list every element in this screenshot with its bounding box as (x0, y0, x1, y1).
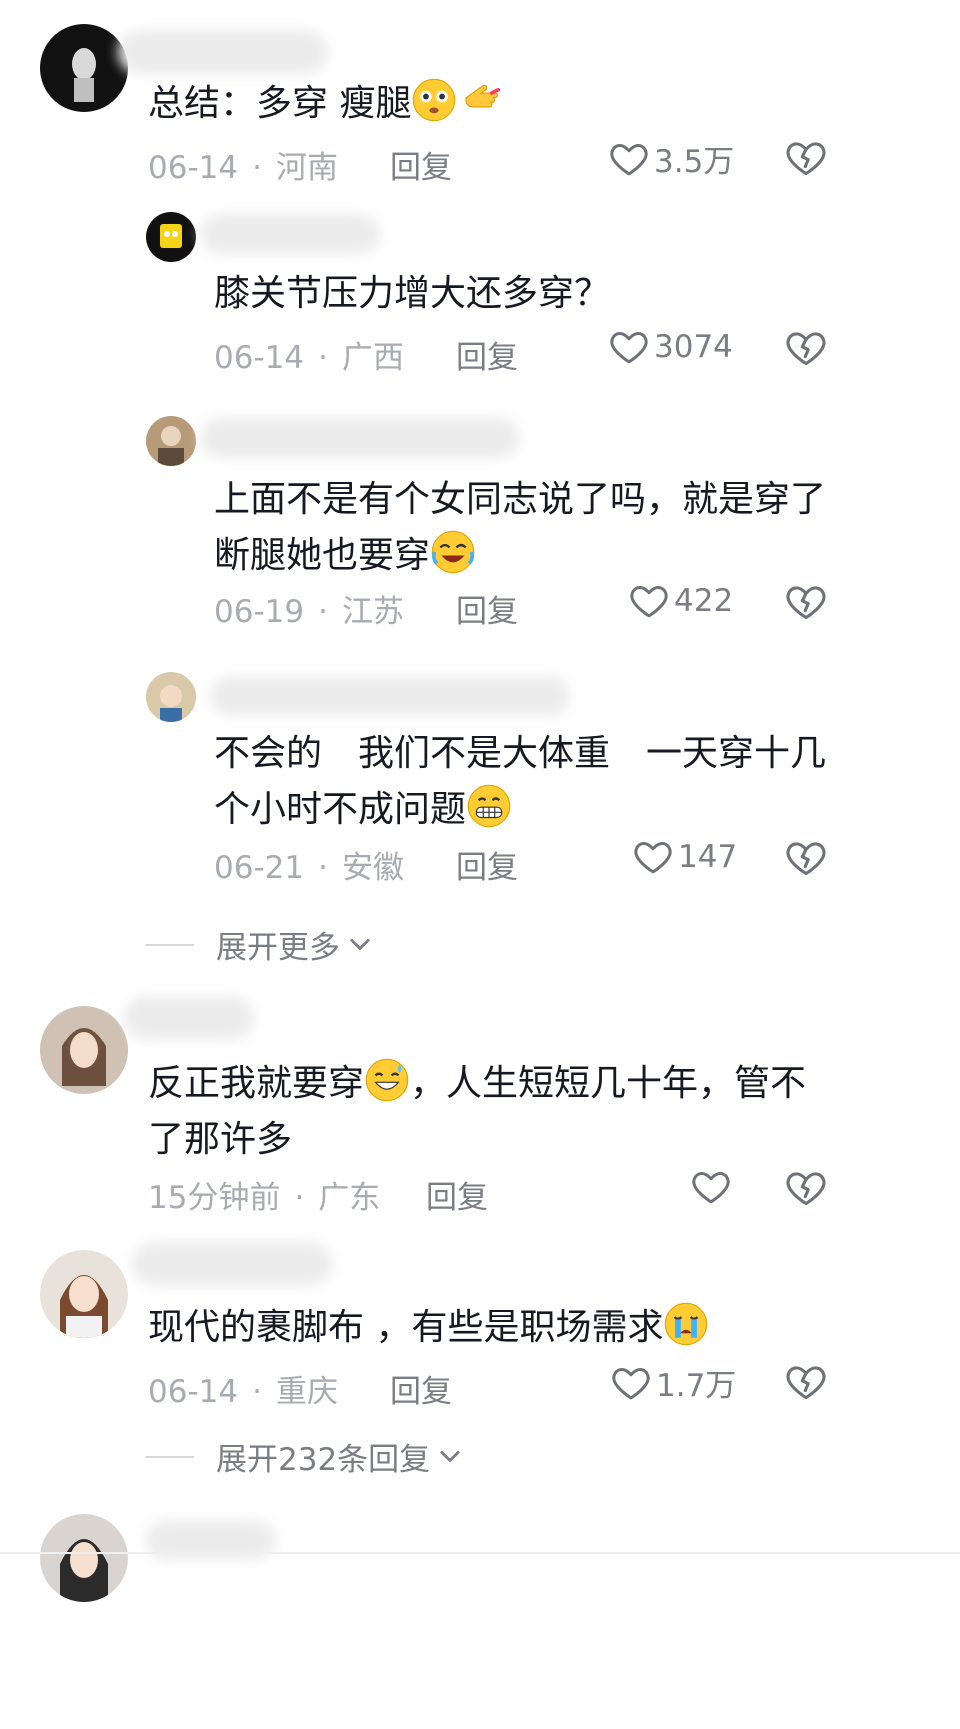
expand-label: 展开232条回复 (216, 1442, 431, 1478)
bottom-divider (0, 1552, 960, 1554)
like-button[interactable]: 1.7万 (610, 1360, 736, 1405)
avatar[interactable] (40, 1250, 128, 1338)
heart-icon (610, 1362, 652, 1404)
reply-button[interactable]: 回复 (390, 1366, 452, 1411)
comment-meta: 06-14 · 重庆 (148, 1374, 338, 1410)
comment-text: 现代的裹脚布 ，有些是职场需求 (148, 1300, 709, 1356)
avatar[interactable] (40, 1514, 128, 1602)
username-blurred[interactable] (132, 1242, 332, 1286)
chevron-down-icon (436, 1443, 464, 1471)
comment-4-partial (0, 1500, 960, 1729)
comment-3: 现代的裹脚布 ，有些是职场需求 06-14 · 重庆 回复 1.7万 展开232条回… (0, 0, 960, 1500)
comment-date: 06-14 (148, 1374, 239, 1410)
crying-face-emoji (663, 1301, 709, 1347)
expand-divider (146, 1455, 194, 1458)
expand-replies-button[interactable]: 展开232条回复 (146, 1434, 464, 1479)
broken-heart-icon (784, 1360, 828, 1404)
username-blurred[interactable] (146, 1520, 276, 1560)
comment-region: 重庆 (275, 1374, 338, 1410)
like-count: 1.7万 (656, 1368, 737, 1404)
dislike-button[interactable] (784, 1360, 828, 1404)
